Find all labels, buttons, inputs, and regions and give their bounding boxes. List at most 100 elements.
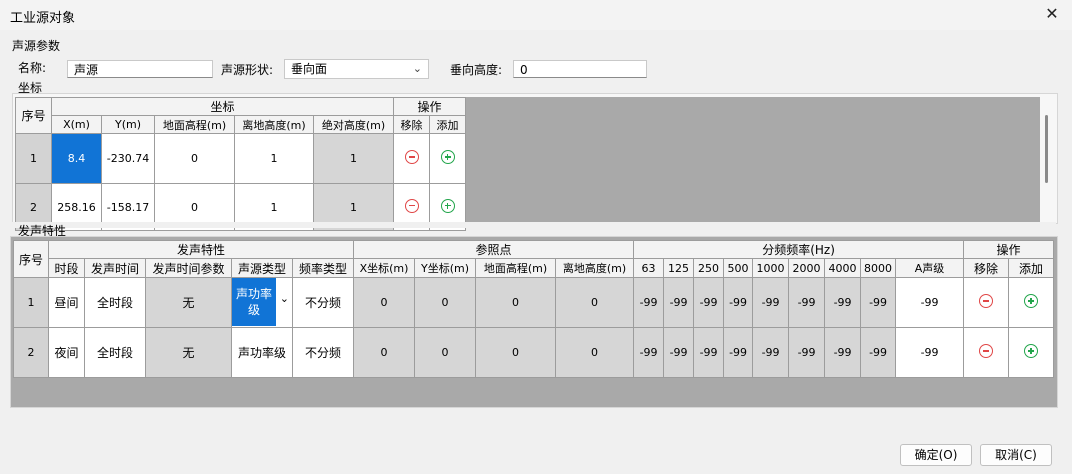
emission-table: 序号 发声特性 参照点 分频频率(Hz) 操作 时段 发声时间 发声时间参数 声… — [13, 240, 1055, 378]
emission-header-f125: 125 — [663, 258, 695, 278]
emission-cell-a-level[interactable]: -99 — [895, 277, 965, 328]
emission-header-time: 发声时间 — [84, 258, 146, 278]
emission-row-seq: 1 — [13, 277, 49, 328]
table-row: 1 昼间 全时段 无 声功率级 ⌄ 不分频 0 0 0 0 -99 -99 -9… — [13, 277, 1055, 328]
remove-icon[interactable] — [979, 294, 994, 308]
coords-header-ground: 地面高程(m) — [154, 115, 235, 134]
emission-cell-f2000: -99 — [788, 277, 826, 328]
emission-cell-f4000: -99 — [824, 277, 862, 328]
coords-cell-x[interactable]: 8.4 — [51, 133, 102, 184]
coords-scrollbar[interactable] — [1045, 115, 1048, 183]
shape-select[interactable]: 垂向面 ⌄ — [284, 59, 429, 79]
emission-cell-f63: -99 — [633, 327, 665, 378]
coords-header-remove: 移除 — [393, 115, 431, 134]
chevron-down-icon: ⌄ — [279, 292, 289, 305]
emission-cell-ref-above: 0 — [555, 277, 635, 328]
add-icon[interactable] — [1024, 294, 1039, 308]
remove-icon[interactable] — [404, 150, 419, 164]
emission-header-ref-ground: 地面高程(m) — [475, 258, 557, 278]
height-label: 垂向高度: — [450, 63, 503, 77]
coords-header-x: X(m) — [51, 115, 102, 134]
emission-cell-ref-y: 0 — [414, 277, 477, 328]
emission-cell-f2000: -99 — [788, 327, 826, 378]
coords-header-above: 离地高度(m) — [234, 115, 314, 134]
emission-cell-f8000: -99 — [860, 277, 897, 328]
emission-remove-cell — [963, 327, 1010, 378]
emission-cell-src-type[interactable]: 声功率级 — [231, 327, 293, 378]
emission-cell-f500: -99 — [723, 277, 754, 328]
emission-cell-f250: -99 — [693, 277, 725, 328]
height-input[interactable]: 0 — [513, 60, 647, 78]
emission-cell-ref-above: 0 — [555, 327, 635, 378]
emission-cell-ref-ground: 0 — [475, 327, 557, 378]
emission-header-f250: 250 — [693, 258, 725, 278]
emission-cell-a-level[interactable]: -99 — [895, 327, 965, 378]
emission-add-cell — [1008, 277, 1055, 328]
emission-header-time-param: 发声时间参数 — [145, 258, 232, 278]
table-row: 1 8.4 -230.74 0 1 1 — [15, 133, 467, 184]
coords-header-abs: 绝对高度(m) — [312, 115, 395, 134]
table-row: 2 夜间 全时段 无 声功率级 不分频 0 0 0 0 -99 -99 -99 … — [13, 327, 1055, 378]
emission-header-ref-above: 离地高度(m) — [555, 258, 635, 278]
cancel-button[interactable]: 取消(C) — [980, 444, 1052, 466]
emission-cell-time[interactable]: 全时段 — [84, 327, 146, 378]
add-icon[interactable] — [440, 150, 455, 164]
title-bar: 工业源对象 ✕ — [0, 0, 1072, 30]
coords-header-group: 坐标 — [50, 97, 395, 116]
close-icon[interactable]: ✕ — [1042, 4, 1062, 24]
emission-cell-ref-x: 0 — [353, 277, 416, 328]
coords-cell-ground[interactable]: 0 — [154, 133, 235, 184]
remove-icon[interactable] — [979, 344, 994, 358]
remove-icon[interactable] — [404, 198, 419, 213]
emission-header-add: 添加 — [1008, 258, 1055, 278]
source-params-label: 声源参数 — [12, 39, 61, 53]
emission-cell-f125: -99 — [663, 277, 695, 328]
name-label: 名称: — [18, 61, 47, 75]
emission-header-period: 时段 — [48, 258, 85, 278]
emission-src-type-value: 声功率级 — [232, 278, 276, 326]
emission-header-f4000: 4000 — [824, 258, 862, 278]
emission-header-f500: 500 — [723, 258, 754, 278]
coords-cell-y[interactable]: -230.74 — [101, 133, 155, 184]
name-input[interactable]: 声源 — [67, 60, 213, 78]
emission-cell-freq-type[interactable]: 不分频 — [291, 277, 355, 328]
emission-header-f8000: 8000 — [860, 258, 897, 278]
emission-cell-ref-y: 0 — [414, 327, 477, 378]
emission-row-seq: 2 — [13, 327, 49, 378]
emission-cell-ref-x: 0 — [353, 327, 416, 378]
emission-header-ops: 操作 — [963, 240, 1055, 259]
emission-src-type-dropdown[interactable]: 声功率级 ⌄ — [231, 277, 293, 328]
coords-empty-area — [464, 97, 1040, 222]
emission-remove-cell — [963, 277, 1010, 328]
coords-clip — [12, 222, 1056, 228]
coords-cell-above[interactable]: 1 — [234, 133, 314, 184]
add-icon[interactable] — [1024, 344, 1039, 358]
emission-header-freq-type: 频率类型 — [291, 258, 355, 278]
emission-cell-f250: -99 — [693, 327, 725, 378]
coords-remove-cell — [393, 133, 431, 184]
emission-header-ref-x: X坐标(m) — [353, 258, 416, 278]
emission-header-group1: 发声特性 — [47, 240, 355, 259]
shape-select-value: 垂向面 — [291, 62, 328, 76]
emission-cell-f1000: -99 — [752, 327, 790, 378]
emission-cell-f63: -99 — [633, 277, 665, 328]
coords-header-y: Y(m) — [101, 115, 155, 134]
coords-add-cell — [429, 133, 467, 184]
emission-header-f63: 63 — [633, 258, 665, 278]
coords-cell-abs: 1 — [312, 133, 395, 184]
coords-row-seq: 1 — [15, 133, 52, 184]
emission-cell-time[interactable]: 全时段 — [84, 277, 146, 328]
emission-cell-period[interactable]: 夜间 — [48, 327, 85, 378]
ok-button[interactable]: 确定(O) — [900, 444, 972, 466]
emission-header-seq: 序号 — [13, 240, 49, 278]
emission-cell-time-param: 无 — [145, 327, 232, 378]
emission-cell-period[interactable]: 昼间 — [48, 277, 85, 328]
coords-table: 序号 坐标 操作 X(m) Y(m) 地面高程(m) 离地高度(m) 绝对高度(… — [15, 97, 467, 231]
emission-header-f2000: 2000 — [788, 258, 826, 278]
add-icon[interactable] — [440, 198, 455, 213]
shape-label: 声源形状: — [221, 63, 274, 77]
emission-cell-f8000: -99 — [860, 327, 897, 378]
window-title: 工业源对象 — [10, 11, 76, 26]
emission-header-group2: 参照点 — [353, 240, 635, 259]
emission-cell-freq-type[interactable]: 不分频 — [291, 327, 355, 378]
